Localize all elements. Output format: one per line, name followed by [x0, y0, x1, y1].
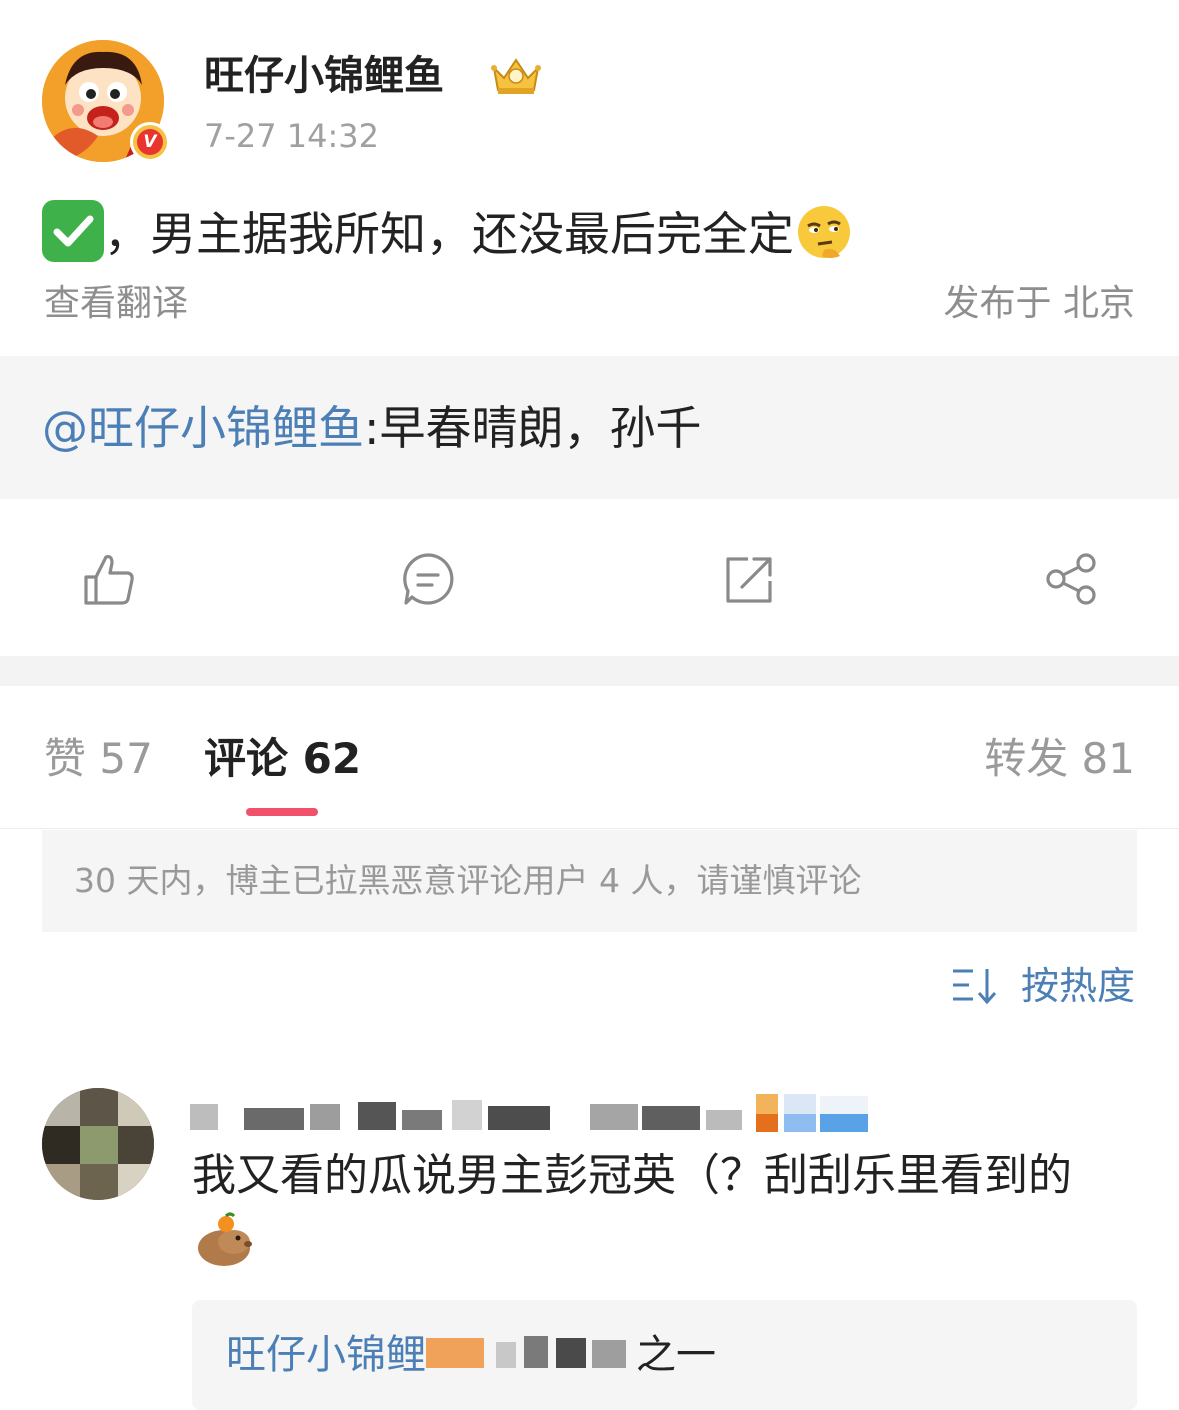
crown-badge-icon[interactable]	[488, 54, 544, 96]
tab-comments[interactable]: 评论 62	[204, 734, 361, 784]
reposted-author-link[interactable]: @旺仔小锦鲤鱼	[42, 401, 364, 455]
blurred-avatar-icon	[42, 1088, 154, 1200]
reply-text: 旺仔小锦鲤 之一	[226, 1330, 716, 1380]
commenter-avatar[interactable]	[42, 1088, 154, 1200]
author-name[interactable]: 旺仔小锦鲤鱼	[204, 52, 444, 100]
interaction-tabs: 赞 57 评论 62 转发 81	[0, 686, 1179, 829]
sort-label: 按热度	[1020, 964, 1135, 1008]
post-location: 发布于 北京	[943, 283, 1135, 324]
share-icon[interactable]	[1042, 549, 1102, 609]
post-time: 7-27 14:32	[204, 117, 380, 155]
reposted-body: :早春晴朗，孙千	[364, 401, 702, 455]
section-divider	[0, 656, 1179, 686]
comment-item: 我又看的瓜说男主彭冠英（？刮刮乐里看到的 旺仔小锦鲤 之一	[0, 1080, 1179, 1410]
comment-text: 我又看的瓜说男主彭冠英（？刮刮乐里看到的	[192, 1142, 1122, 1278]
thumbs-up-icon[interactable]	[78, 549, 138, 609]
blocked-users-notice: 30 天内，博主已拉黑恶意评论用户 4 人，请谨慎评论	[42, 830, 1137, 932]
blurred-reply-text	[426, 1336, 626, 1368]
notice-text: 30 天内，博主已拉黑恶意评论用户 4 人，请谨慎评论	[74, 861, 862, 900]
comment-icon[interactable]	[398, 549, 458, 609]
post-text-body: ，男主据我所知，还没最后完全定	[104, 207, 794, 261]
reposted-content[interactable]: @旺仔小锦鲤鱼:早春晴朗，孙千	[0, 356, 1179, 499]
repost-icon[interactable]	[720, 549, 780, 609]
reply-author[interactable]: 旺仔小锦鲤	[226, 1332, 426, 1378]
tab-likes[interactable]: 赞 57	[44, 734, 153, 784]
check-mark-button-icon	[42, 200, 104, 262]
post-header: V 旺仔小锦鲤鱼 7-27 14:32	[42, 40, 1137, 165]
capybara-emoji-icon	[198, 1212, 252, 1266]
tab-reposts[interactable]: 转发 81	[984, 734, 1135, 784]
verified-badge-icon: V	[130, 122, 170, 162]
reply-suffix: 之一	[636, 1332, 716, 1378]
translate-link[interactable]: 查看翻译	[44, 282, 188, 326]
comment-body: 我又看的瓜说男主彭冠英（？刮刮乐里看到的	[192, 1150, 1072, 1201]
post-text: ，男主据我所知，还没最后完全定	[42, 200, 1142, 267]
sort-control[interactable]: 按热度	[951, 962, 1135, 1012]
thinking-face-icon	[798, 206, 850, 258]
reply-preview[interactable]: 旺仔小锦鲤 之一	[192, 1300, 1137, 1410]
active-tab-indicator	[246, 808, 318, 816]
sort-icon	[952, 969, 997, 1005]
reposted-text: @旺仔小锦鲤鱼:早春晴朗，孙千	[42, 400, 702, 456]
action-bar	[0, 499, 1179, 656]
blurred-username[interactable]	[190, 1094, 880, 1134]
